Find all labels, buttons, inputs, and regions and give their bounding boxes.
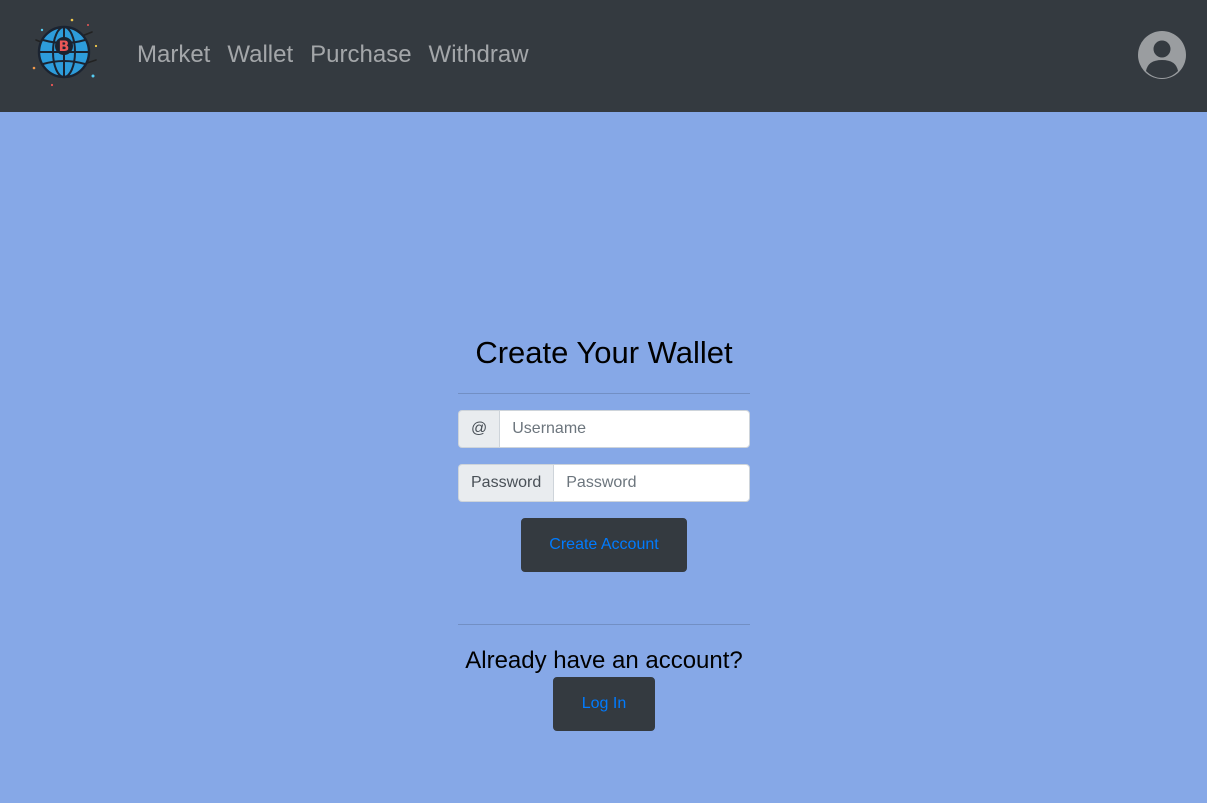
page-title: Create Your Wallet — [475, 335, 733, 370]
create-wallet-form: Create Your Wallet @ Password Create Acc… — [458, 330, 750, 731]
nav-link-market[interactable]: Market — [137, 38, 210, 72]
navbar: B Market Wallet Purchase Withdraw — [0, 0, 1207, 112]
login-prompt: Already have an account? — [465, 647, 743, 674]
at-addon: @ — [458, 410, 500, 448]
nav-link-purchase[interactable]: Purchase — [310, 38, 411, 72]
nav-link-withdraw[interactable]: Withdraw — [429, 38, 529, 72]
password-group: Password — [458, 464, 750, 502]
svg-text:B: B — [59, 39, 70, 55]
username-group: @ — [458, 410, 750, 448]
username-input[interactable] — [499, 410, 750, 448]
create-account-button[interactable]: Create Account — [521, 518, 687, 572]
divider — [458, 393, 750, 394]
nav-links: Market Wallet Purchase Withdraw — [137, 38, 529, 72]
password-input[interactable] — [553, 464, 750, 502]
password-addon: Password — [458, 464, 554, 502]
divider — [458, 624, 750, 625]
nav-link-wallet[interactable]: Wallet — [227, 38, 293, 72]
log-in-button[interactable]: Log In — [553, 677, 655, 731]
user-avatar-icon[interactable] — [1137, 30, 1187, 80]
globe-bitcoin-logo[interactable]: B — [30, 16, 100, 88]
